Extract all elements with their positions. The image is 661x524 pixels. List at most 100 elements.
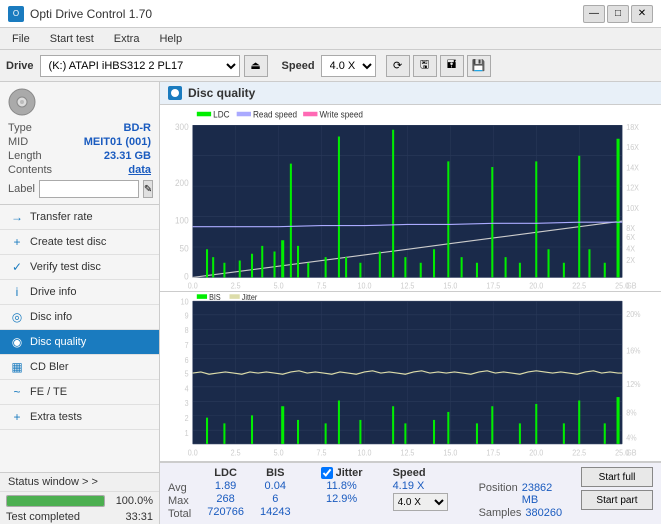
svg-text:22.5: 22.5 bbox=[572, 281, 586, 290]
jitter-max: 12.9% bbox=[326, 493, 357, 505]
jitter-checkbox[interactable] bbox=[321, 467, 333, 479]
svg-text:BIS: BIS bbox=[209, 293, 221, 302]
disc-label-row: Label ✎ bbox=[8, 180, 151, 198]
position-val: 23862 MB bbox=[522, 482, 565, 506]
svg-text:20.0: 20.0 bbox=[529, 281, 543, 290]
drive-select-group: (K:) ATAPI iHBS312 2 PL17 ⏏ bbox=[40, 55, 268, 77]
speed-header: Speed bbox=[393, 467, 426, 479]
charts-area: 300 200 100 50 0 18X 16X 14X 12X 10X 8X … bbox=[160, 105, 661, 462]
length-label: Length bbox=[8, 150, 42, 162]
toolbar-buttons: ⟳ 🖫 🖬 💾 bbox=[386, 55, 491, 77]
status-bar: Status window > > 100.0% Test completed … bbox=[0, 472, 159, 524]
svg-text:0: 0 bbox=[184, 271, 189, 281]
nav-extra-tests[interactable]: + Extra tests bbox=[0, 405, 159, 430]
svg-text:20.0: 20.0 bbox=[529, 448, 543, 457]
nav-label-disc-quality: Disc quality bbox=[30, 336, 86, 348]
contents-value[interactable]: data bbox=[128, 164, 151, 176]
svg-text:17.5: 17.5 bbox=[486, 281, 500, 290]
jitter-col: Jitter 11.8% 12.9% bbox=[307, 467, 377, 505]
maximize-button[interactable]: □ bbox=[607, 5, 629, 23]
svg-text:6X: 6X bbox=[626, 233, 635, 242]
start-part-button[interactable]: Start part bbox=[581, 490, 653, 510]
drive-info-icon: i bbox=[10, 285, 24, 299]
svg-text:10.0: 10.0 bbox=[358, 281, 372, 290]
toolbar-btn-2[interactable]: 🖫 bbox=[413, 55, 437, 77]
create-test-disc-icon: + bbox=[10, 235, 24, 249]
mid-label: MID bbox=[8, 136, 28, 148]
svg-text:15.0: 15.0 bbox=[443, 448, 457, 457]
nav-drive-info[interactable]: i Drive info bbox=[0, 280, 159, 305]
eject-button[interactable]: ⏏ bbox=[244, 55, 268, 77]
label-input[interactable] bbox=[39, 180, 139, 198]
svg-text:10: 10 bbox=[181, 297, 189, 306]
nav-disc-info[interactable]: ◎ Disc info bbox=[0, 305, 159, 330]
nav-label-drive-info: Drive info bbox=[30, 286, 76, 298]
app-title: Opti Drive Control 1.70 bbox=[30, 7, 152, 21]
ldc-avg: 1.89 bbox=[215, 480, 236, 492]
disc-header bbox=[8, 88, 151, 116]
start-full-button[interactable]: Start full bbox=[581, 467, 653, 487]
transfer-rate-icon: → bbox=[10, 210, 24, 224]
menu-file[interactable]: File bbox=[4, 31, 38, 47]
menu-extra[interactable]: Extra bbox=[106, 31, 148, 47]
svg-text:2.5: 2.5 bbox=[231, 281, 241, 290]
toolbar-btn-1[interactable]: ⟳ bbox=[386, 55, 410, 77]
menu-help[interactable]: Help bbox=[151, 31, 190, 47]
speed-dropdown[interactable]: 4.0 X bbox=[321, 55, 376, 77]
max-label: Max bbox=[168, 495, 191, 507]
svg-text:8%: 8% bbox=[626, 408, 637, 417]
titlebar-controls[interactable]: — □ ✕ bbox=[583, 5, 653, 23]
disc-info-icon: ◎ bbox=[10, 310, 24, 324]
nav-fe-te[interactable]: ~ FE / TE bbox=[0, 380, 159, 405]
svg-text:6: 6 bbox=[185, 355, 189, 364]
svg-text:4X: 4X bbox=[626, 244, 635, 253]
menu-start-test[interactable]: Start test bbox=[42, 31, 102, 47]
fe-te-icon: ~ bbox=[10, 385, 24, 399]
svg-text:16X: 16X bbox=[626, 143, 639, 152]
nav-transfer-rate[interactable]: → Transfer rate bbox=[0, 205, 159, 230]
drive-dropdown[interactable]: (K:) ATAPI iHBS312 2 PL17 bbox=[40, 55, 240, 77]
svg-text:Jitter: Jitter bbox=[242, 293, 258, 302]
svg-text:0.0: 0.0 bbox=[188, 448, 198, 457]
svg-text:Write speed: Write speed bbox=[320, 109, 364, 119]
svg-text:12.5: 12.5 bbox=[400, 448, 414, 457]
chart2-container: 10 9 8 7 6 5 4 3 2 1 20% 16% 12% 8% 4% bbox=[160, 292, 661, 462]
svg-text:5.0: 5.0 bbox=[274, 448, 284, 457]
nav-disc-quality[interactable]: ◉ Disc quality bbox=[0, 330, 159, 355]
svg-text:22.5: 22.5 bbox=[572, 448, 586, 457]
disc-length-row: Length 23.31 GB bbox=[8, 150, 151, 162]
nav-label-transfer-rate: Transfer rate bbox=[30, 211, 93, 223]
type-label: Type bbox=[8, 122, 32, 134]
svg-text:14X: 14X bbox=[626, 163, 639, 172]
toolbar-btn-4[interactable]: 💾 bbox=[467, 55, 491, 77]
nav-cd-bler[interactable]: ▦ CD Bler bbox=[0, 355, 159, 380]
status-window-nav[interactable]: Status window > > bbox=[0, 473, 159, 492]
svg-text:Read speed: Read speed bbox=[253, 109, 297, 119]
ldc-header: LDC bbox=[214, 467, 237, 479]
jitter-check-row: Jitter bbox=[321, 467, 363, 479]
svg-text:GB: GB bbox=[626, 281, 636, 290]
svg-text:1: 1 bbox=[185, 428, 189, 437]
chart1-container: 300 200 100 50 0 18X 16X 14X 12X 10X 8X … bbox=[160, 105, 661, 292]
svg-text:2.5: 2.5 bbox=[231, 448, 241, 457]
speed-select[interactable]: 4.0 X bbox=[393, 493, 448, 511]
svg-text:17.5: 17.5 bbox=[486, 448, 500, 457]
minimize-button[interactable]: — bbox=[583, 5, 605, 23]
svg-text:LDC: LDC bbox=[213, 109, 229, 119]
svg-text:12%: 12% bbox=[626, 379, 641, 388]
samples-row: Samples 380260 bbox=[479, 507, 563, 519]
titlebar-left: O Opti Drive Control 1.70 bbox=[8, 6, 152, 22]
progress-bar-inner bbox=[7, 496, 104, 506]
speed-col: Speed 4.19 X 4.0 X bbox=[393, 467, 463, 511]
nav-verify-test-disc[interactable]: ✓ Verify test disc bbox=[0, 255, 159, 280]
mid-value: MEIT01 (001) bbox=[84, 136, 151, 148]
label-edit-button[interactable]: ✎ bbox=[143, 180, 153, 198]
nav-create-test-disc[interactable]: + Create test disc bbox=[0, 230, 159, 255]
nav-label-create-test-disc: Create test disc bbox=[30, 236, 106, 248]
toolbar-btn-3[interactable]: 🖬 bbox=[440, 55, 464, 77]
disc-image-icon bbox=[8, 88, 36, 116]
close-button[interactable]: ✕ bbox=[631, 5, 653, 23]
bis-max: 6 bbox=[272, 493, 278, 505]
svg-text:12.5: 12.5 bbox=[400, 281, 414, 290]
svg-text:2: 2 bbox=[185, 414, 189, 423]
